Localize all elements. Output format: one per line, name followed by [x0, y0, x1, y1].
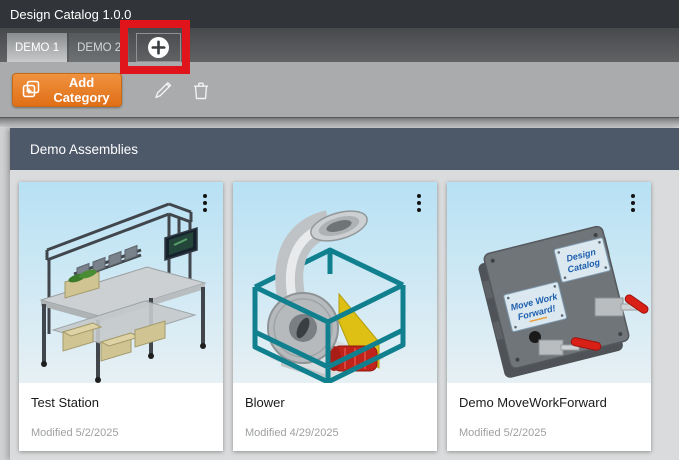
card-menu-button[interactable]: [411, 190, 427, 216]
delete-button[interactable]: [186, 75, 216, 105]
card-title: Test Station: [31, 395, 211, 410]
assembly-card-demo-moveworkforward[interactable]: Move Work Forward! Design Catalog: [447, 182, 651, 451]
card-modified-date: Modified 5/2/2025: [459, 427, 639, 439]
kebab-menu-icon: [631, 194, 635, 198]
tab-label: DEMO 2: [77, 42, 121, 54]
category-header: Demo Assemblies: [10, 128, 679, 170]
card-thumbnail: [19, 182, 223, 383]
card-title: Blower: [245, 395, 425, 410]
card-modified-date: Modified 4/29/2025: [245, 427, 425, 439]
main-area: Demo Assemblies: [0, 128, 679, 460]
card-thumbnail: Move Work Forward! Design Catalog: [447, 182, 651, 383]
card-footer: Demo MoveWorkForward Modified 5/2/2025: [447, 383, 651, 439]
card-grid: Test Station Modified 5/2/2025: [10, 170, 679, 460]
kebab-menu-icon: [417, 194, 421, 198]
tab-label: DEMO 1: [15, 42, 59, 54]
trash-icon: [189, 78, 213, 102]
card-menu-button[interactable]: [197, 190, 213, 216]
test-station-illustration: [19, 182, 223, 383]
moveworkforward-illustration: Move Work Forward! Design Catalog: [447, 182, 651, 383]
add-category-label: Add Category: [48, 75, 115, 105]
assembly-card-blower[interactable]: Blower Modified 4/29/2025: [233, 182, 437, 451]
blower-illustration: [233, 182, 437, 383]
card-menu-button[interactable]: [625, 190, 641, 216]
category-header-label: Demo Assemblies: [30, 142, 138, 157]
toolbar-shadow: [0, 118, 679, 127]
category-panel: Demo Assemblies: [10, 128, 679, 460]
assembly-card-test-station[interactable]: Test Station Modified 5/2/2025: [19, 182, 223, 451]
red-motor: [327, 346, 377, 371]
tab-demo-1[interactable]: DEMO 1: [7, 33, 67, 62]
window-title: Design Catalog 1.0.0: [10, 7, 131, 22]
card-thumbnail: [233, 182, 437, 383]
title-bar: Design Catalog 1.0.0: [0, 0, 679, 28]
tab-demo-2[interactable]: DEMO 2: [69, 33, 129, 62]
plus-in-circle-icon: [147, 36, 170, 59]
card-footer: Test Station Modified 5/2/2025: [19, 383, 223, 439]
pencil-icon: [151, 78, 175, 102]
add-category-button[interactable]: Add Category: [12, 73, 122, 107]
toolbar: Add Category: [0, 62, 679, 118]
card-footer: Blower Modified 4/29/2025: [233, 383, 437, 439]
card-modified-date: Modified 5/2/2025: [31, 427, 211, 439]
card-title: Demo MoveWorkForward: [459, 395, 639, 410]
add-tab-button[interactable]: [136, 33, 181, 62]
add-box-icon: [22, 80, 41, 99]
tab-bar: DEMO 1 DEMO 2: [0, 28, 679, 62]
kebab-menu-icon: [203, 194, 207, 198]
edit-button[interactable]: [148, 75, 178, 105]
